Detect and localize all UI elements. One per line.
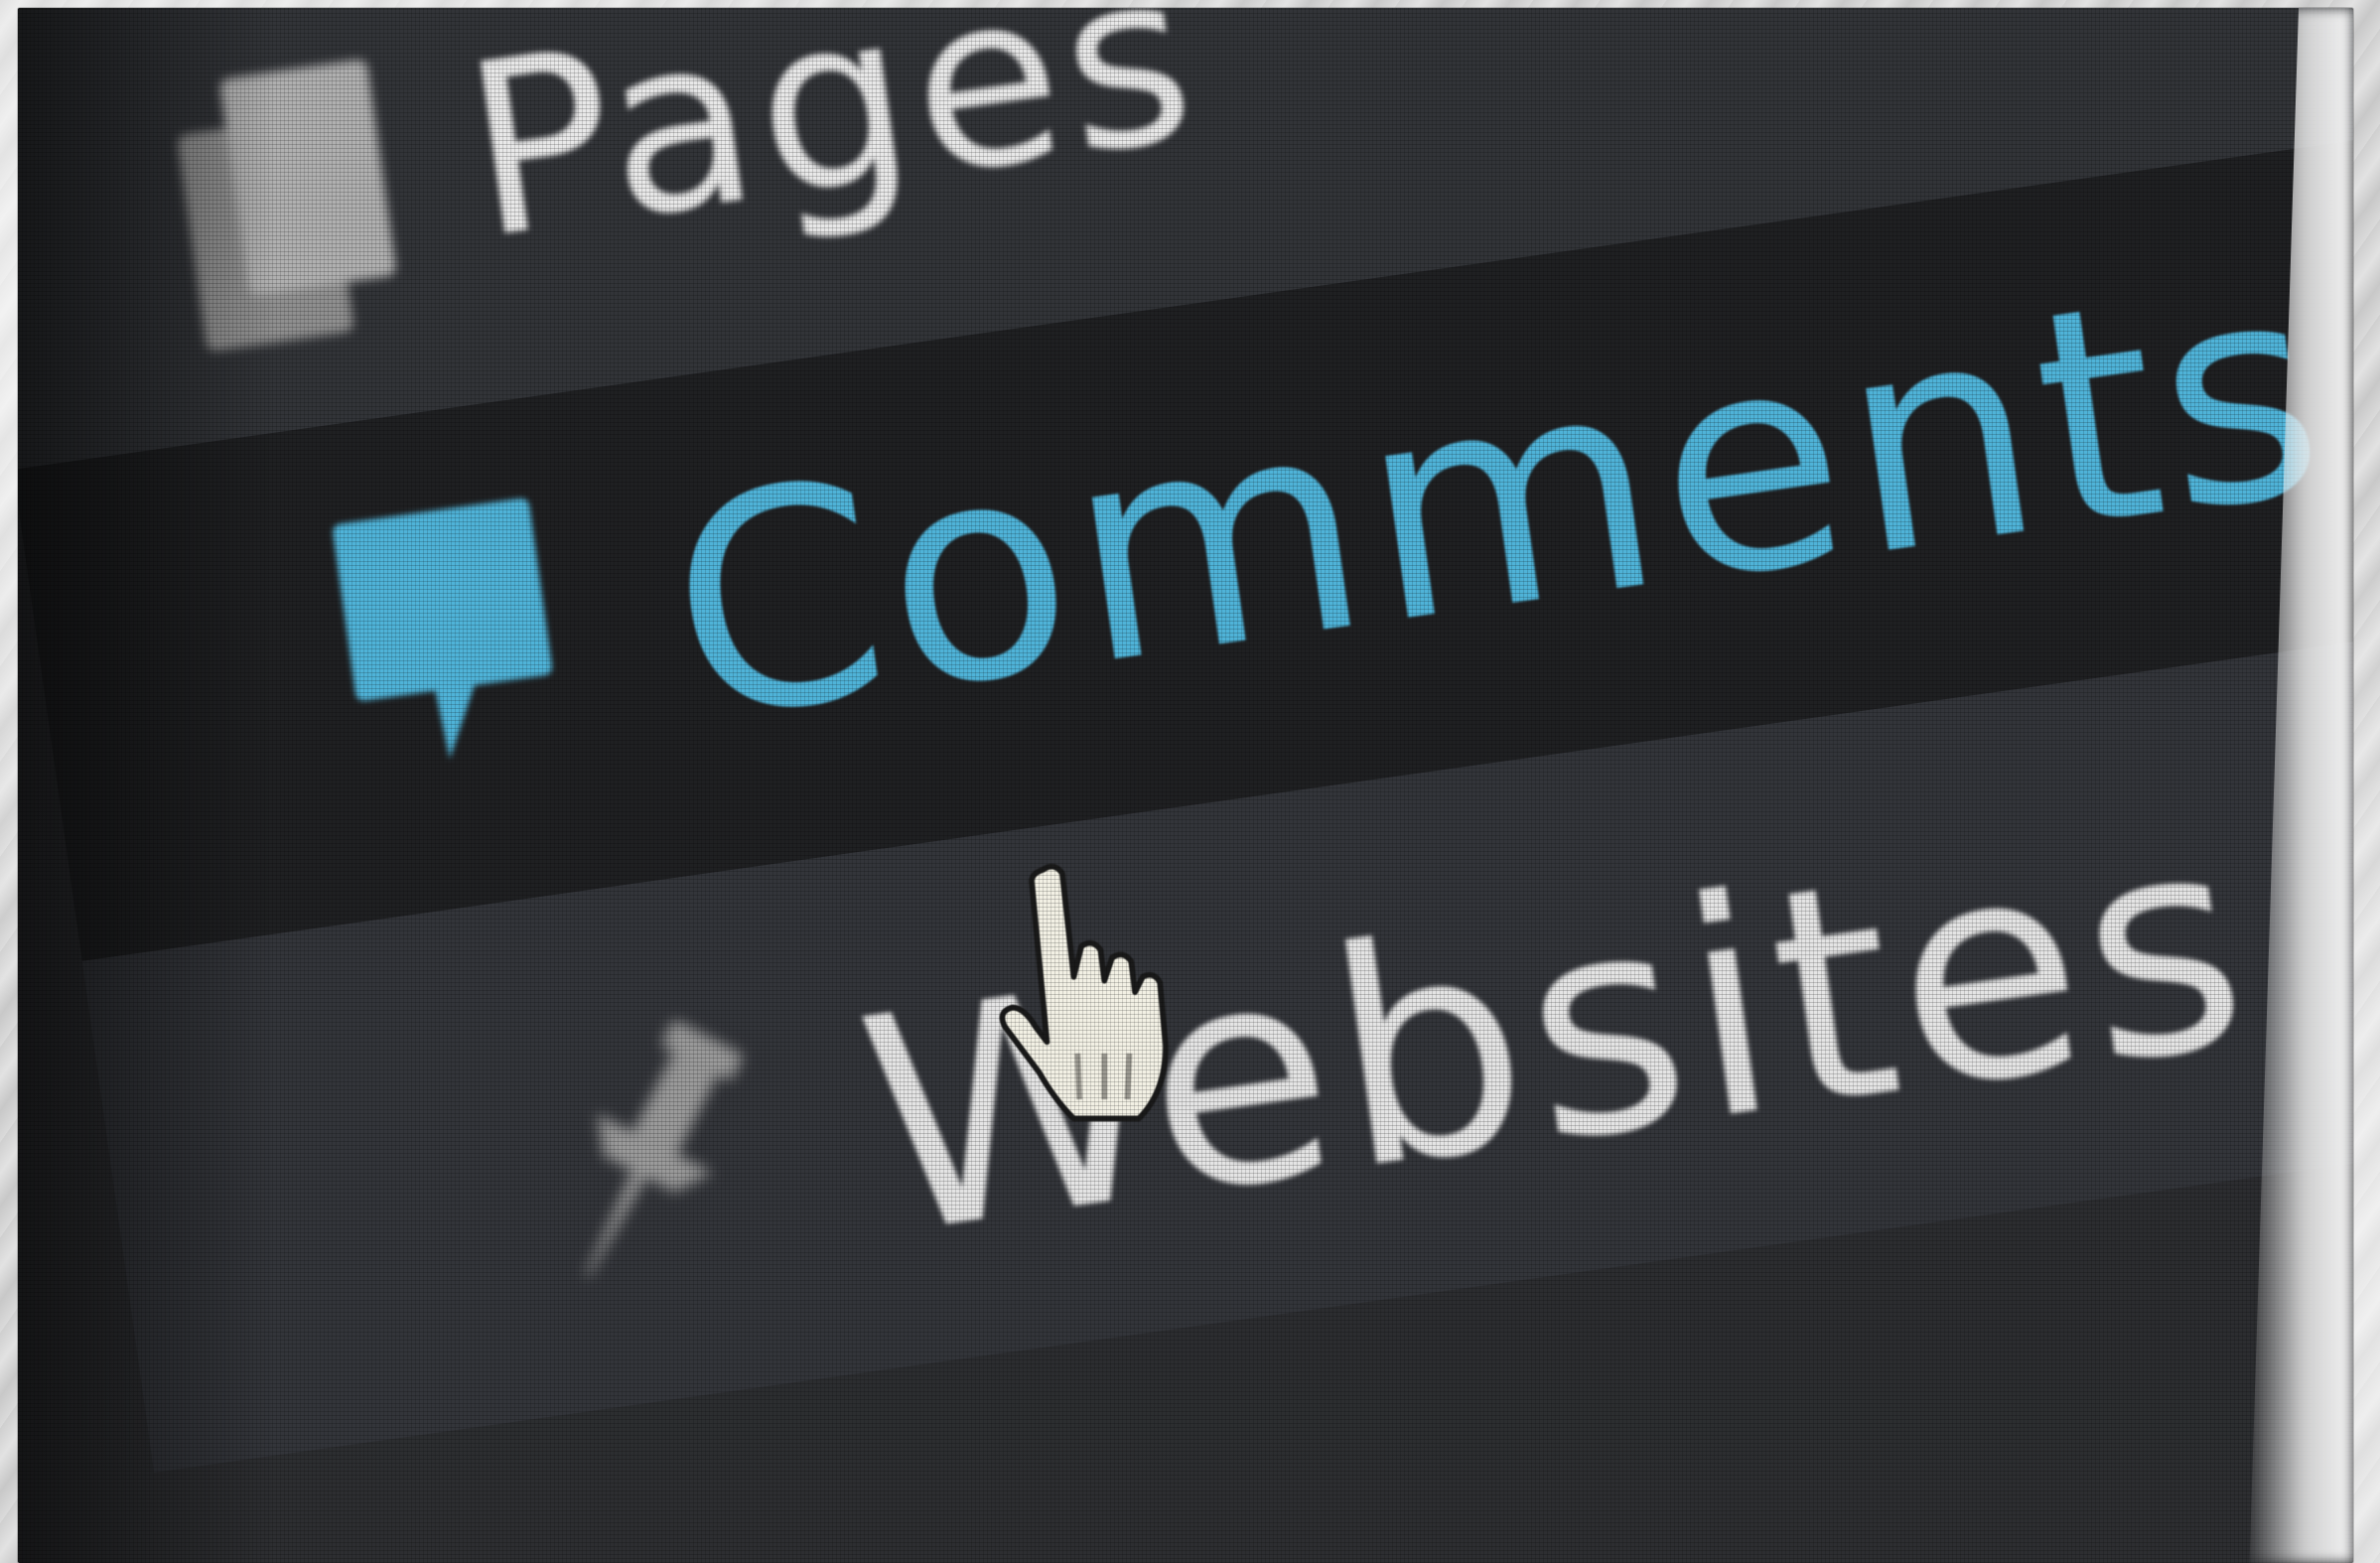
admin-screen: Pages Comments Websites	[18, 8, 2353, 1563]
admin-sidebar-menu: Pages Comments Websites	[18, 8, 2353, 1563]
comment-bubble-icon	[333, 498, 552, 760]
hand-pointer-icon	[999, 863, 1169, 1122]
left-vignette	[18, 8, 276, 1563]
sidebar-item-label: Pages	[451, 8, 1213, 293]
pushpin-icon	[585, 1021, 743, 1277]
